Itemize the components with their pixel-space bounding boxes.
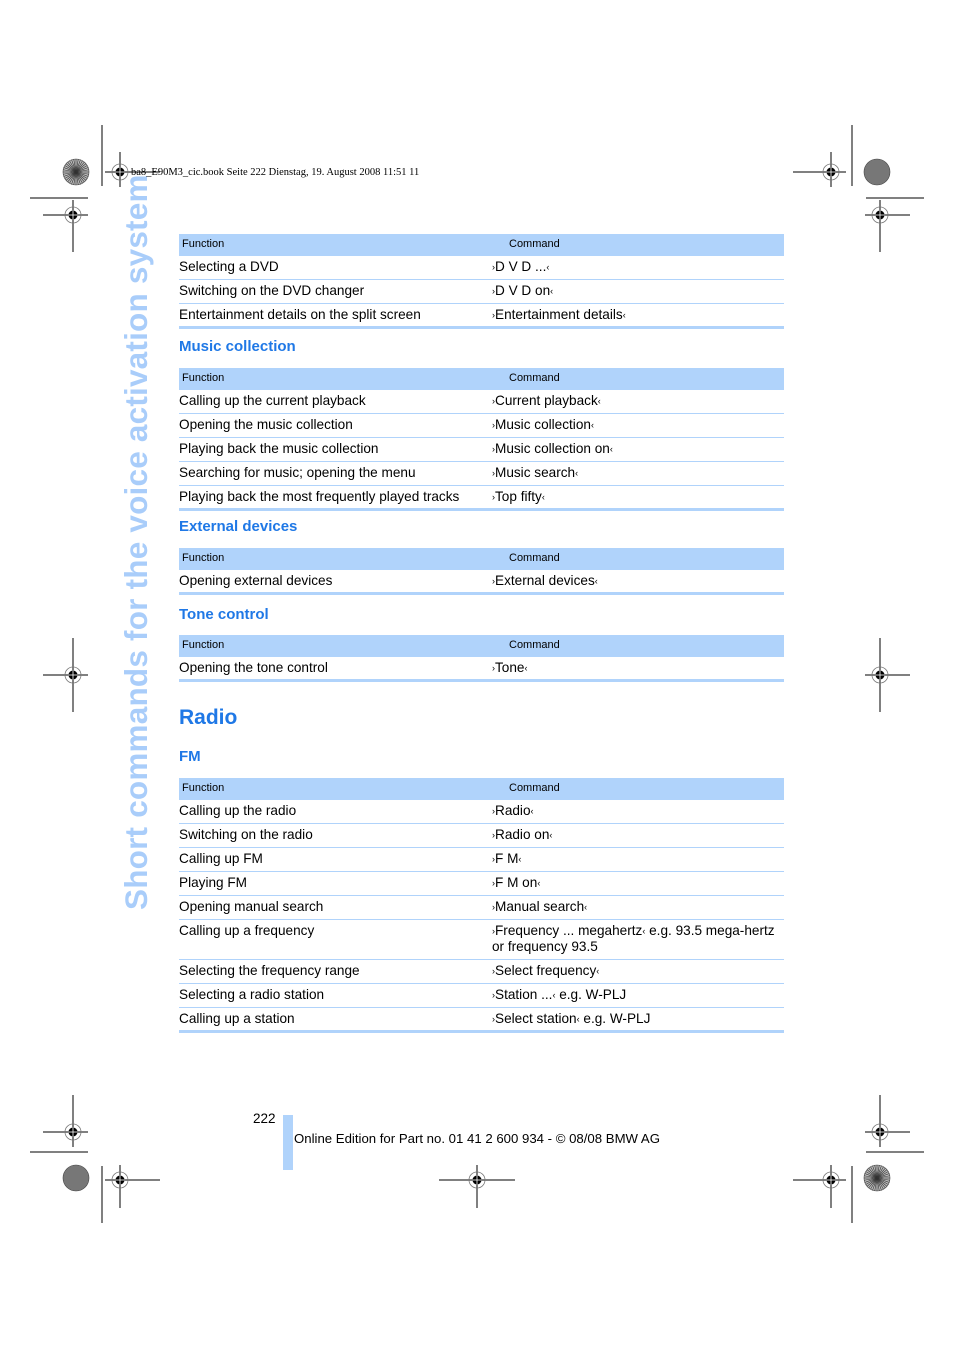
registration-crosshair-icon <box>105 152 160 187</box>
registration-crosshair-icon <box>43 638 88 712</box>
registration-crosshair-icon <box>865 638 910 712</box>
registration-crosshair-icon <box>43 1095 88 1147</box>
starburst-target-icon <box>863 1164 891 1192</box>
print-marks <box>30 125 924 1223</box>
registration-crosshair-icon <box>865 1095 910 1147</box>
registration-crosshair-icon <box>43 200 88 252</box>
registration-crosshair-icon <box>865 200 910 252</box>
gray-swatch-icon <box>863 158 891 186</box>
registration-crosshair-icon <box>793 152 846 187</box>
registration-crosshair-icon <box>105 1165 160 1208</box>
gray-swatch-icon <box>62 1164 90 1192</box>
registration-crosshair-icon <box>793 1165 846 1208</box>
starburst-target-icon <box>62 158 90 186</box>
registration-crosshair-icon <box>439 1165 515 1208</box>
